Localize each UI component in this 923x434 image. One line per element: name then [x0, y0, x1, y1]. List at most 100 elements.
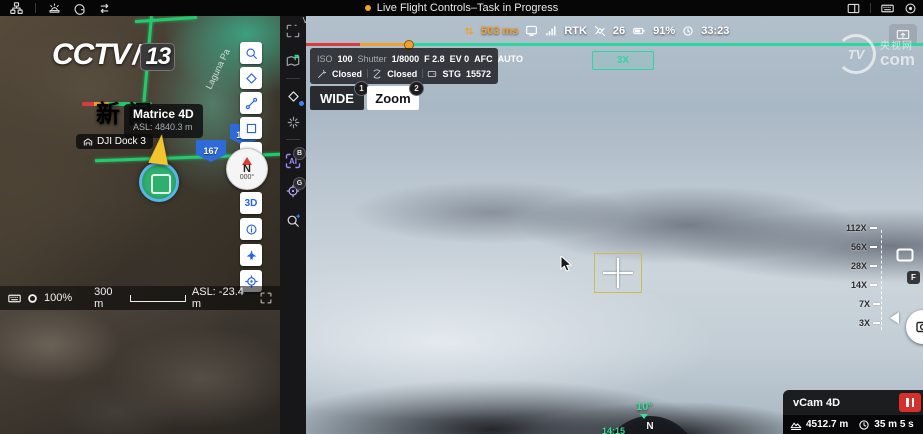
map-keyboard-icon[interactable]	[8, 292, 21, 305]
beacon-state: Closed	[332, 69, 362, 79]
flight-path-line	[135, 16, 197, 23]
zoom-scale-step[interactable]: 56X	[851, 242, 877, 252]
heading-caret	[640, 414, 648, 419]
heading-compass-north: N	[646, 421, 653, 432]
waypoint-number: 167	[203, 146, 218, 156]
vcam-panel: vCam 4D	[783, 390, 923, 415]
beacon-icon	[317, 69, 327, 79]
satellite-count: 26	[613, 25, 625, 37]
polyline-tool-button[interactable]	[240, 92, 262, 114]
sync-icon[interactable]	[73, 2, 86, 15]
zoom-scale-step[interactable]: 14X	[851, 280, 877, 290]
dock-map-label[interactable]: DJI Dock 3	[76, 134, 153, 149]
waypoint-tool-button[interactable]	[240, 67, 262, 89]
map-scale-bar	[130, 295, 186, 302]
map-tools	[240, 42, 262, 164]
divider	[870, 3, 871, 13]
exposure-settings-row: ISO 100 Shutter 1/8000 F 2.8 EV 0 AFC AU…	[317, 51, 491, 66]
capture-button[interactable]	[906, 310, 923, 344]
zoom-scale-step[interactable]: 28X	[851, 261, 877, 271]
zoom-lens-button[interactable]: Zoom 2	[367, 86, 419, 110]
map-compass[interactable]: N 000°	[226, 148, 268, 190]
compass-north-label: N	[243, 164, 251, 174]
pause-recording-button[interactable]	[899, 393, 921, 412]
compass-degrees: 000°	[240, 174, 254, 182]
map-info-button[interactable]	[240, 218, 262, 240]
cctv-com-watermark: TV 央视网 com	[836, 34, 915, 74]
pause-bar	[912, 398, 915, 407]
virtual-joystick-button[interactable]: V	[280, 20, 306, 42]
zoom-search-button[interactable]	[280, 210, 306, 232]
progress-segment-current	[360, 43, 408, 46]
polygon-tool-button[interactable]	[240, 117, 262, 139]
heading-left-value: 14:15	[602, 426, 625, 434]
zoom-level-text: 3X	[617, 55, 629, 66]
side-toolbar: V AI B G	[280, 16, 306, 434]
map-scale-text: 300 m	[94, 286, 124, 310]
joystick-hotkey-label: V	[303, 16, 308, 25]
watermark-ring: TV	[836, 34, 876, 74]
top-bar: Live Flight Controls–Task in Progress	[0, 0, 923, 16]
map-search-button[interactable]	[240, 42, 262, 64]
ground-camera-feed[interactable]	[0, 310, 280, 434]
route-swap-icon[interactable]	[98, 2, 111, 15]
remote-display-icon	[525, 24, 538, 37]
map-zoom-percent: 100%	[44, 292, 72, 304]
map-zoom-ring-icon	[27, 293, 38, 304]
divider	[286, 78, 300, 79]
keyboard-icon[interactable]	[881, 2, 894, 15]
framing-icon[interactable]	[896, 248, 914, 262]
shutter-value: 1/8000	[392, 54, 420, 64]
storage-label: STG	[442, 69, 461, 79]
alarm-beacon-icon[interactable]	[48, 2, 61, 15]
heading-readout: 10°	[636, 401, 653, 419]
zoom-scale-tick	[870, 265, 877, 267]
map-3d-button[interactable]: 3D	[240, 192, 262, 214]
devices-tree-icon[interactable]	[10, 2, 23, 15]
map-place-label: Laguna Pa	[204, 47, 232, 91]
divider	[35, 3, 36, 13]
focus-mode: AFC	[474, 54, 493, 64]
map-expand-icon[interactable]	[260, 292, 272, 304]
live-status-dot	[365, 5, 371, 11]
rtk-label: RTK	[564, 25, 587, 37]
divider	[286, 139, 300, 140]
flight-time: 33:23	[701, 25, 729, 37]
camera-settings-panel[interactable]: ISO 100 Shutter 1/8000 F 2.8 EV 0 AFC AU…	[310, 48, 498, 84]
waypoint-marker[interactable]: 167	[196, 140, 226, 162]
focus-badge-text: F	[911, 273, 916, 282]
wide-lens-label: WIDE	[320, 91, 354, 106]
zoom-scale-step[interactable]: 7X	[859, 299, 880, 309]
latency-icon	[464, 25, 474, 37]
mouse-cursor	[560, 256, 574, 277]
crosshair-vertical	[617, 258, 619, 288]
focus-badge: F	[907, 271, 920, 284]
map-annotation-button[interactable]	[280, 50, 306, 72]
zoom-scale-step[interactable]: 112X	[846, 223, 877, 233]
main-camera-view[interactable]: 503 ms RTK 26 91% 33:23 ISO 100 Shutter	[306, 16, 923, 434]
obstacle-state: Closed	[387, 69, 417, 79]
wide-lens-button[interactable]: WIDE 1	[310, 86, 364, 110]
drone-position-arrow[interactable]	[148, 133, 172, 165]
satellite-icon	[594, 25, 606, 37]
zoom-scale-pointer[interactable]	[890, 312, 899, 324]
iso-label: ISO	[317, 54, 333, 64]
target-lock-button[interactable]: G	[280, 180, 306, 202]
enhance-display-button[interactable]	[280, 111, 306, 133]
map-aircraft-center-button[interactable]	[240, 244, 262, 266]
waypoint-mode-button[interactable]	[280, 85, 306, 107]
top-bar-right-icons	[841, 0, 923, 16]
panel-layout-icon[interactable]	[847, 2, 860, 15]
window-title-area: Live Flight Controls–Task in Progress	[0, 0, 923, 16]
zoom-scale-tick	[873, 303, 880, 305]
app-window: Live Flight Controls–Task in Progress CC…	[0, 0, 923, 434]
map-asl-readout: ASL: -23.4 m	[192, 286, 254, 310]
record-icon[interactable]	[904, 2, 917, 15]
map-panel[interactable]: CCTV/13 新闻 Laguna Pa 1/64 167 Matrice 4D…	[0, 16, 280, 310]
zoom-scale-step[interactable]: 3X	[859, 318, 880, 328]
cctv-logo-text: CCTV	[52, 38, 130, 71]
zoom-hotkey-badge: 2	[409, 81, 424, 96]
aircraft-map-label[interactable]: Matrice 4D ASL: 4840.3 m	[124, 104, 203, 138]
ai-detection-button[interactable]: AI B	[280, 150, 306, 172]
dock-location-marker[interactable]	[139, 162, 179, 202]
